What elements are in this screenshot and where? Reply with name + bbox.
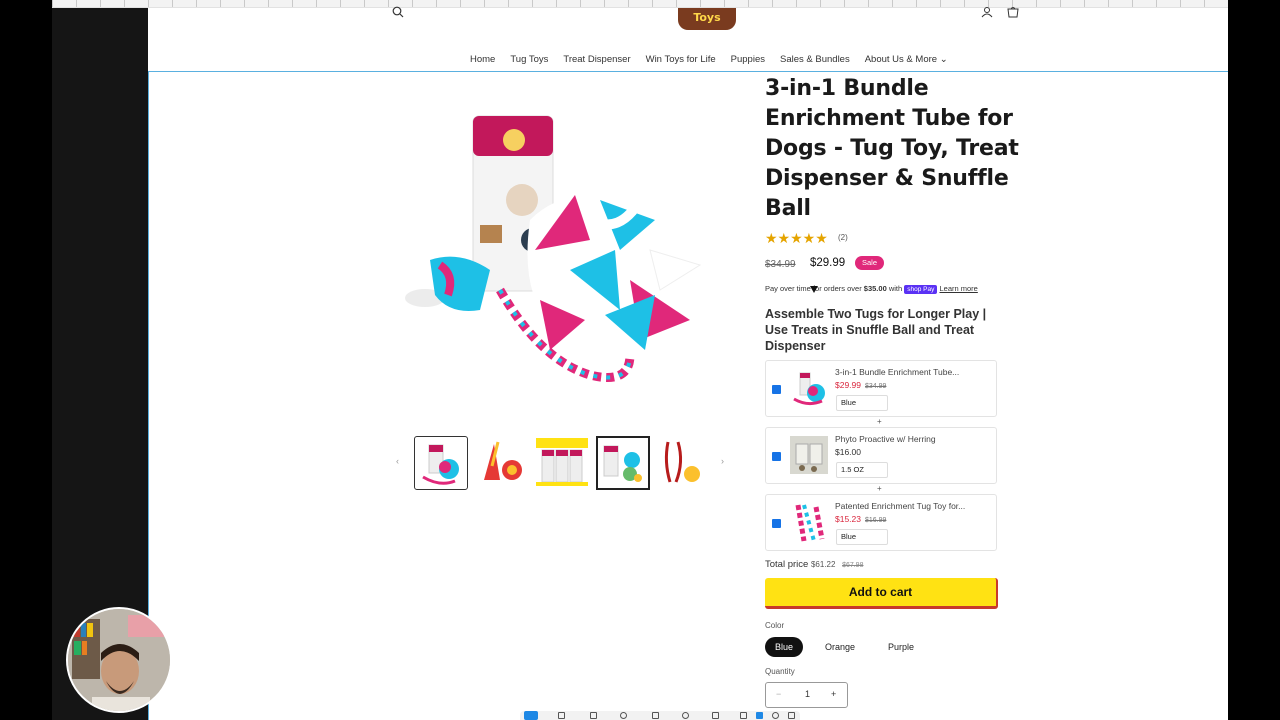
bundle-total: Total price $61.22 $67.98 (765, 559, 863, 570)
plugin-icon[interactable] (740, 712, 747, 719)
editor-toolbar (520, 711, 800, 720)
search-icon[interactable] (392, 6, 404, 21)
nav-about-label: About Us & More (864, 54, 938, 65)
bundle-item-2: Phyto Proactive w/ Herring $16.00 1.5 OZ (765, 427, 997, 484)
nav-item-sales-bundles[interactable]: Sales & Bundles (780, 54, 850, 65)
pay-with: with (888, 284, 903, 293)
selection-outline-top (148, 71, 1228, 72)
thumbnail-2[interactable] (476, 436, 530, 490)
thumbnail-strip: ‹ › (396, 436, 732, 492)
site-logo[interactable]: Toys (678, 8, 736, 30)
pay-amount: $35.00 (863, 284, 887, 293)
account-icon[interactable] (981, 6, 993, 21)
components-icon[interactable] (712, 712, 719, 719)
cart-icon[interactable] (1007, 6, 1019, 21)
quantity-value[interactable]: 1 (805, 689, 810, 699)
chevron-left-icon[interactable]: ‹ (396, 456, 399, 466)
add-to-cart-button[interactable]: Add to cart (765, 578, 998, 609)
nav-item-treat-dispenser[interactable]: Treat Dispenser (563, 54, 630, 65)
bundle-item-price-value: $29.99 (835, 380, 861, 390)
quantity-stepper: − 1 + (765, 682, 848, 708)
quantity-plus-button[interactable]: + (831, 689, 836, 699)
nav-item-home[interactable]: Home (470, 54, 495, 65)
bundle-item-price: $16.00 (835, 447, 861, 457)
quantity-label: Quantity (765, 667, 795, 676)
ai-tool-icon[interactable] (772, 712, 779, 719)
code-icon[interactable] (788, 712, 795, 719)
bundle-item-price: $15.23 $16.99 (835, 514, 886, 524)
chevron-right-icon[interactable]: › (721, 456, 724, 466)
learn-more-link[interactable]: Learn more (939, 284, 977, 293)
frame-tool-icon[interactable] (558, 712, 565, 719)
move-tool-icon[interactable] (524, 711, 538, 720)
color-label: Color (765, 621, 785, 630)
product-title: 3-in-1 Bundle Enrichment Tube for Dogs -… (765, 76, 1019, 221)
sale-price: $29.99 (810, 257, 846, 269)
shop-pay-logo: shop Pay (904, 285, 938, 294)
ruler (52, 0, 1228, 8)
bundle-item-name[interactable]: Patented Enrichment Tug Toy for... (835, 501, 965, 511)
pen-tool-icon[interactable] (620, 712, 627, 719)
installments-info: Pay over time for orders over $35.00 wit… (765, 284, 978, 294)
bundle-item-price: $29.99 $34.99 (835, 380, 886, 390)
bundle-item-3: Patented Enrichment Tug Toy for... $15.2… (765, 494, 997, 551)
bundle-item-variant-select[interactable]: Blue (836, 395, 888, 411)
dev-mode-icon[interactable] (756, 712, 763, 719)
quantity-minus-button[interactable]: − (776, 689, 781, 699)
bundle-item-price-value: $15.23 (835, 514, 861, 524)
bundle-heading: Assemble Two Tugs for Longer Play | Use … (765, 307, 987, 353)
chevron-down-icon: ⌄ (939, 54, 948, 65)
thumbnail-3[interactable] (536, 436, 590, 490)
mouse-cursor-icon (810, 286, 818, 293)
bundle-plus: + (877, 417, 882, 426)
main-nav: Home Tug Toys Treat Dispenser Win Toys f… (470, 54, 948, 65)
total-price: $61.22 (810, 560, 836, 569)
bundle-item-checkbox[interactable] (772, 519, 781, 528)
bundle-item-name[interactable]: Phyto Proactive w/ Herring (835, 434, 936, 444)
bundle-item-checkbox[interactable] (772, 452, 781, 461)
nav-item-about-us[interactable]: About Us & More ⌄ (865, 54, 948, 65)
color-option-orange[interactable]: Orange (815, 637, 865, 657)
review-count[interactable]: (2) (838, 233, 848, 242)
webcam-avatar (66, 607, 172, 713)
rectangle-tool-icon[interactable] (590, 712, 597, 719)
bundle-item-image (790, 436, 828, 474)
text-tool-icon[interactable] (652, 712, 659, 719)
thumbnail-4[interactable] (596, 436, 650, 490)
bundle-item-image (795, 504, 825, 542)
bundle-item-price-value: $16.00 (835, 447, 861, 457)
color-option-purple[interactable]: Purple (878, 637, 924, 657)
rating-stars[interactable]: ★★★★★ (765, 230, 828, 247)
thumbnail-1[interactable] (414, 436, 468, 490)
total-compare: $67.98 (842, 562, 864, 569)
total-label: Total price (765, 559, 809, 570)
nav-item-tug-toys[interactable]: Tug Toys (510, 54, 548, 65)
bundle-item-variant-select[interactable]: Blue (836, 529, 888, 545)
nav-item-win-toys[interactable]: Win Toys for Life (646, 54, 716, 65)
bundle-item-variant-select[interactable]: 1.5 OZ (836, 462, 888, 478)
nav-item-puppies[interactable]: Puppies (731, 54, 765, 65)
sale-badge: Sale (855, 256, 885, 270)
bundle-item-1: 3-in-1 Bundle Enrichment Tube... $29.99 $… (765, 360, 997, 417)
compare-price: $34.99 (765, 259, 796, 270)
bundle-item-image (793, 372, 825, 406)
bundle-item-checkbox[interactable] (772, 385, 781, 394)
product-main-image[interactable] (400, 100, 725, 400)
bundle-item-compare: $16.99 (865, 517, 887, 524)
comment-tool-icon[interactable] (682, 712, 689, 719)
bundle-item-name[interactable]: 3-in-1 Bundle Enrichment Tube... (835, 367, 959, 377)
bundle-item-compare: $34.99 (865, 383, 887, 390)
bundle-plus: + (877, 484, 882, 493)
thumbnail-5[interactable] (654, 436, 708, 490)
color-option-blue[interactable]: Blue (765, 637, 804, 657)
